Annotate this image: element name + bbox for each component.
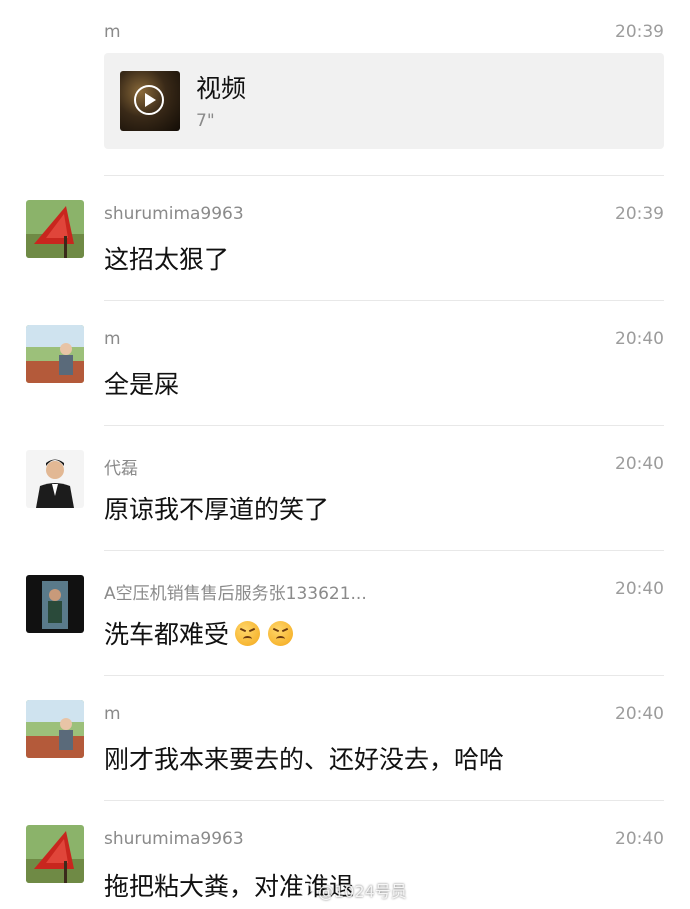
sender-name[interactable]: m xyxy=(104,22,121,42)
avatar[interactable] xyxy=(26,825,84,883)
message-text-with-emoji: 洗车都难受 xyxy=(104,615,294,651)
watermark-text: @1024号员 xyxy=(318,882,407,901)
avatar-red-triangle-image xyxy=(26,825,84,883)
persevering-face-emoji-icon xyxy=(268,620,294,646)
watermark: @1024号员 xyxy=(300,878,407,902)
divider xyxy=(104,800,664,801)
video-duration: 7" xyxy=(196,111,215,131)
avatar-dark-portrait-image xyxy=(26,575,84,633)
avatar-red-triangle-image xyxy=(26,200,84,258)
message-text: 原谅我不厚道的笑了 xyxy=(104,495,330,524)
message-time: 20:40 xyxy=(615,329,664,349)
sender-name[interactable]: 代磊 xyxy=(104,454,138,479)
sender-name[interactable]: m xyxy=(104,329,121,349)
video-message-card[interactable]: 视频 7" xyxy=(104,53,664,149)
message-time: 20:40 xyxy=(615,704,664,724)
message-time: 20:40 xyxy=(615,454,664,474)
weibo-icon xyxy=(300,883,314,897)
divider xyxy=(104,425,664,426)
divider xyxy=(104,300,664,301)
message-time: 20:40 xyxy=(615,829,664,849)
avatar[interactable] xyxy=(26,200,84,258)
avatar-person-outdoor-image xyxy=(26,325,84,383)
video-label: 视频 xyxy=(196,74,247,103)
persevering-face-emoji-icon xyxy=(235,620,261,646)
sender-name[interactable]: shurumima9963 xyxy=(104,829,244,849)
message-text: 刚才我本来要去的、还好没去，哈哈 xyxy=(104,745,505,774)
avatar[interactable] xyxy=(26,325,84,383)
message-text: 全是屎 xyxy=(104,370,180,399)
avatar[interactable] xyxy=(26,575,84,633)
message-time: 20:39 xyxy=(615,22,664,42)
message-text: 这招太狠了 xyxy=(104,245,230,274)
sender-name[interactable]: shurumima9963 xyxy=(104,204,244,224)
video-thumbnail[interactable] xyxy=(120,71,180,131)
message-time: 20:39 xyxy=(615,204,664,224)
sender-name[interactable]: m xyxy=(104,704,121,724)
avatar-person-outdoor-image xyxy=(26,700,84,758)
avatar[interactable] xyxy=(26,450,84,508)
avatar-man-suit-image xyxy=(26,450,84,508)
message-time: 20:40 xyxy=(615,579,664,599)
message-text: 洗车都难受 xyxy=(104,620,230,649)
divider xyxy=(104,550,664,551)
sender-name[interactable]: A空压机销售售后服务张133621... xyxy=(104,579,367,604)
divider xyxy=(104,175,664,176)
divider xyxy=(104,675,664,676)
avatar[interactable] xyxy=(26,700,84,758)
